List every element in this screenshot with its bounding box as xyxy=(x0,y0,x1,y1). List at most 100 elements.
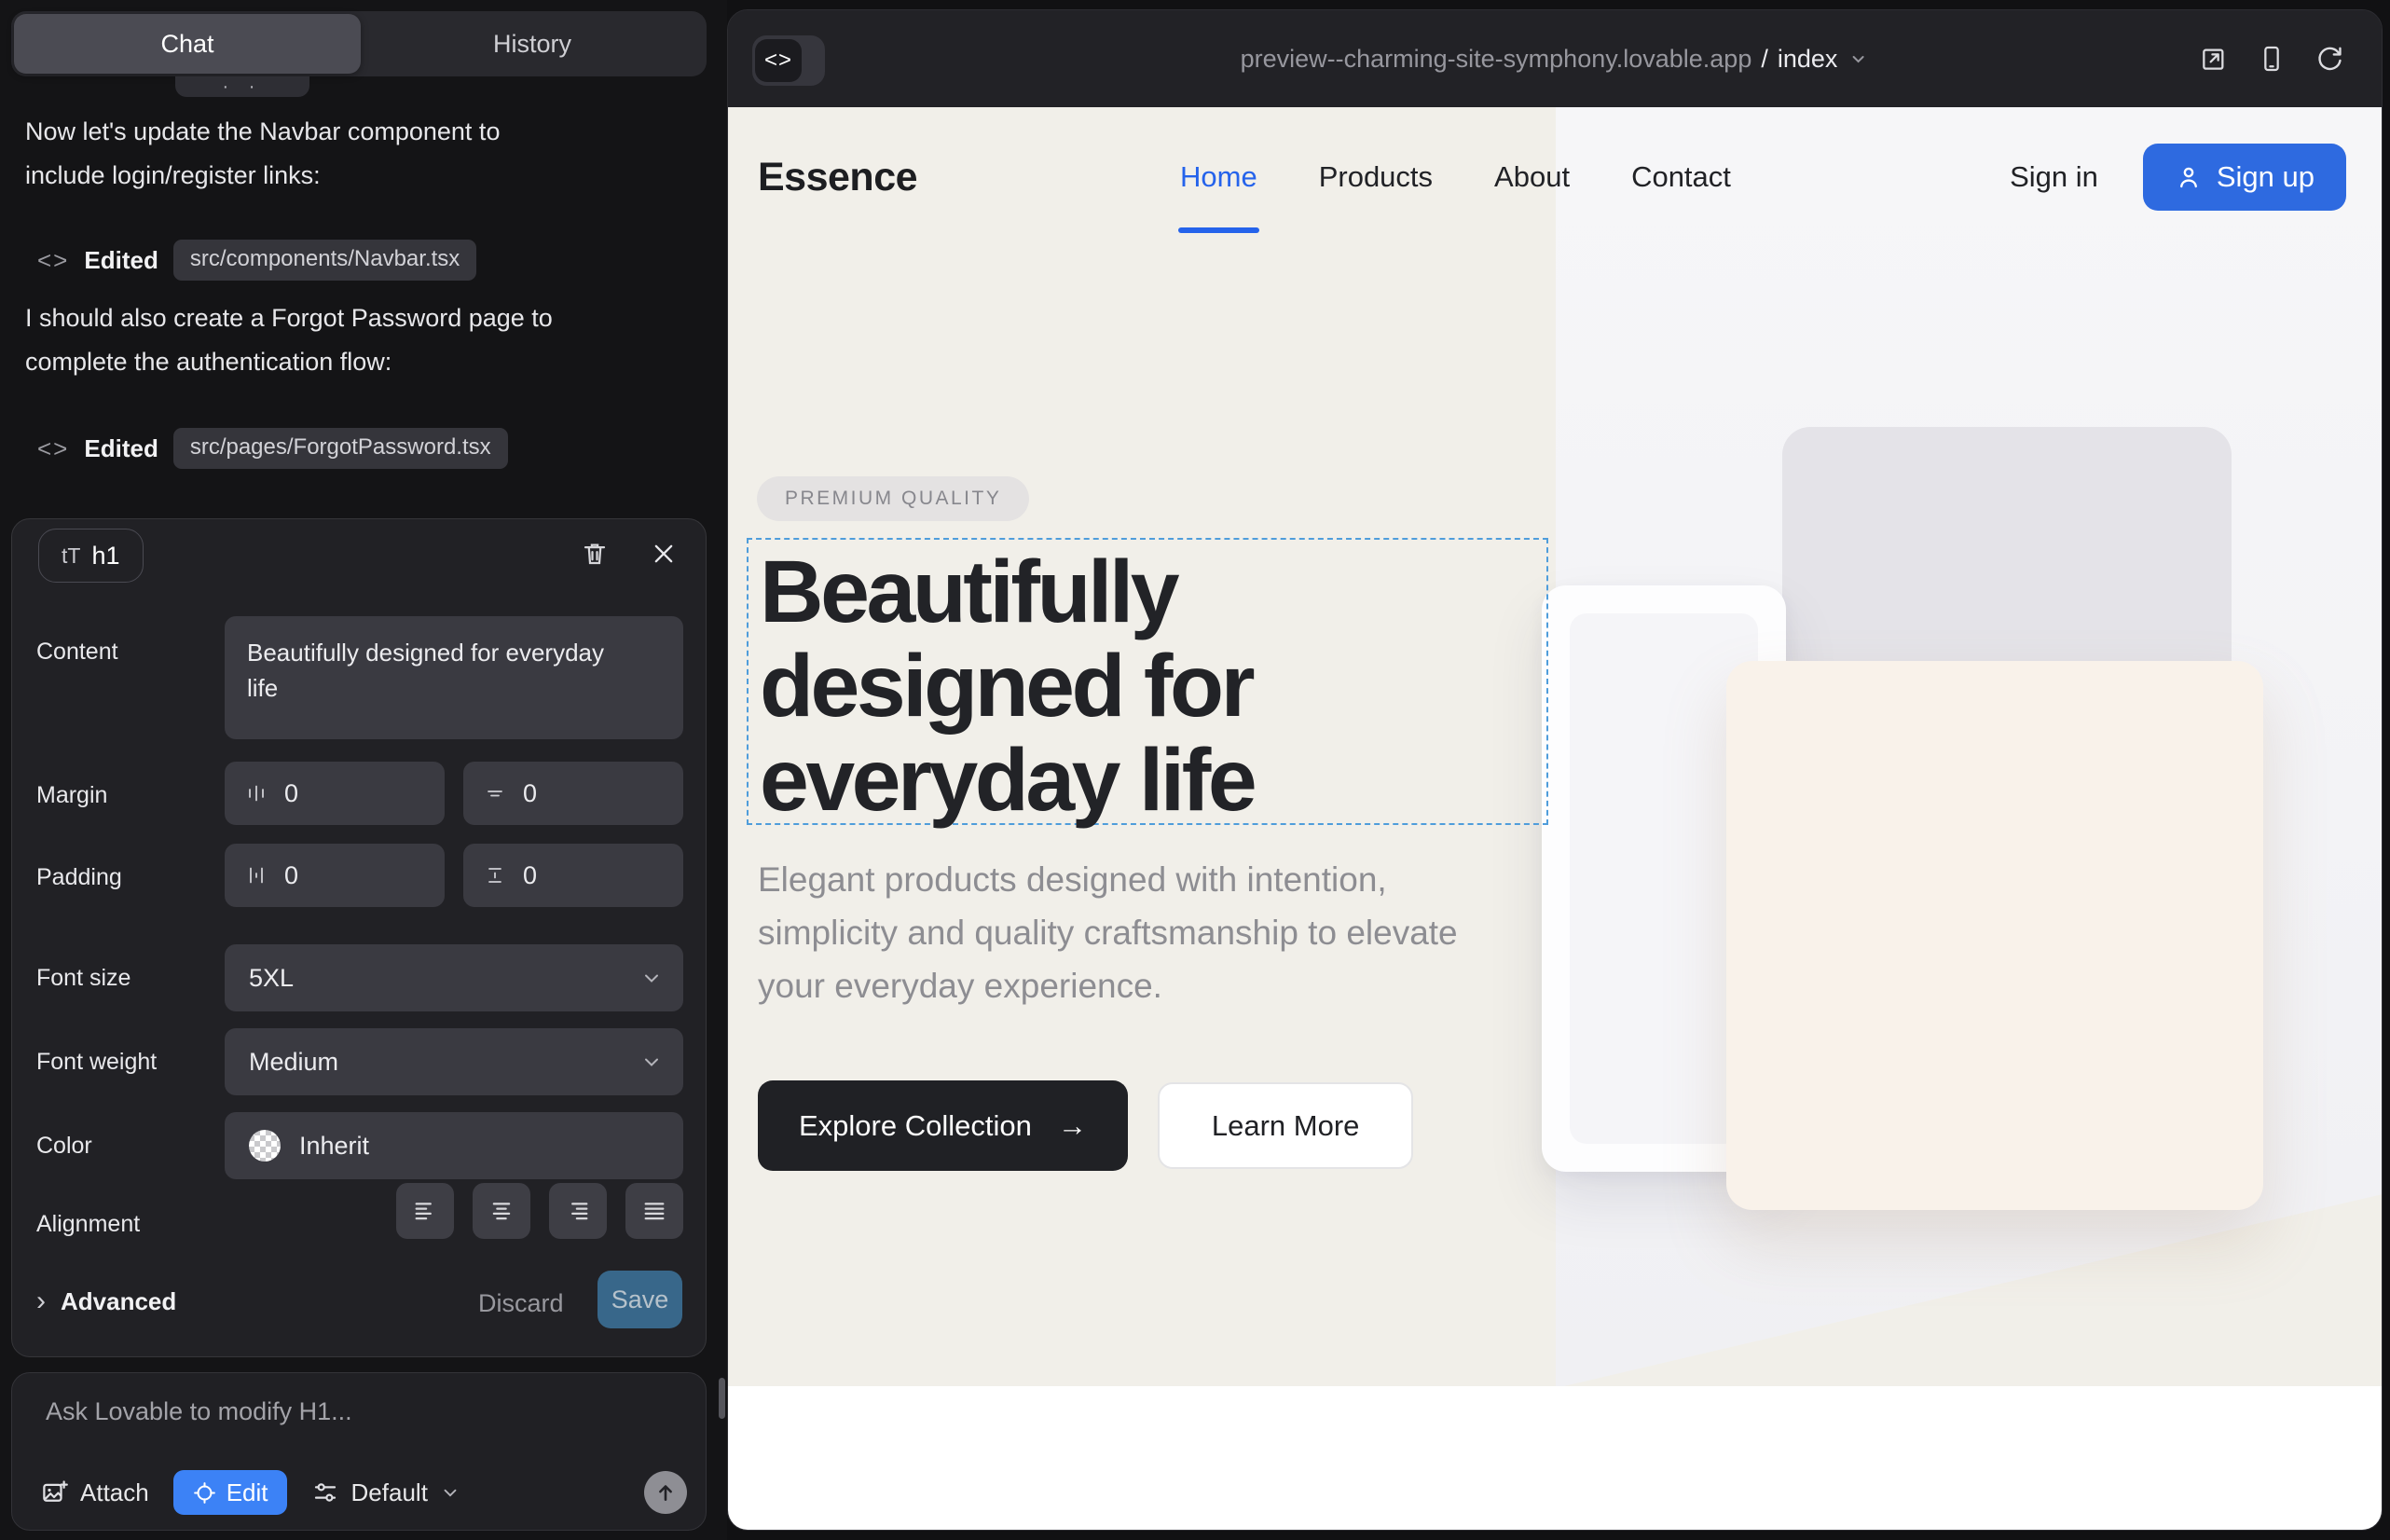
open-in-new-tab-button[interactable] xyxy=(2195,40,2232,77)
selected-element-tag: h1 xyxy=(91,542,119,571)
sidebar-tabbar: Chat History xyxy=(11,11,707,76)
edited-file-row: <> Edited src/components/Navbar.tsx xyxy=(37,239,476,282)
font-weight-select[interactable]: Medium xyxy=(225,1028,683,1095)
margin-y-input[interactable] xyxy=(523,779,616,808)
decor-card-cream xyxy=(1726,661,2263,1210)
attach-label: Attach xyxy=(80,1478,149,1507)
arrow-right-icon: → xyxy=(1058,1109,1087,1143)
site-nav: Home Products About Contact xyxy=(1180,107,1731,247)
chat-message: I should also create a Forgot Password p… xyxy=(25,296,696,384)
align-left-button[interactable] xyxy=(396,1183,454,1239)
address-bar[interactable]: preview--charming-site-symphony.lovable.… xyxy=(1241,10,1870,107)
mobile-view-button[interactable] xyxy=(2253,40,2290,77)
site-logo[interactable]: Essence xyxy=(758,155,917,200)
chevron-down-icon xyxy=(1847,48,1869,70)
edited-file-chip[interactable]: src/pages/ForgotPassword.tsx xyxy=(173,428,508,469)
send-button[interactable] xyxy=(644,1471,687,1514)
edited-file-row: <> Edited src/pages/ForgotPassword.tsx xyxy=(37,427,508,470)
selected-element-outline[interactable]: Beautifully designed for everyday life xyxy=(747,538,1548,825)
delete-element-button[interactable] xyxy=(575,534,614,573)
advanced-label: Advanced xyxy=(61,1287,176,1316)
close-panel-button[interactable] xyxy=(644,534,683,573)
nav-link-label: Home xyxy=(1180,160,1257,193)
selected-element-pill: tT h1 xyxy=(38,529,144,583)
code-icon: <> xyxy=(37,246,69,275)
refresh-icon xyxy=(2314,44,2344,74)
arrow-up-icon xyxy=(653,1480,678,1505)
hero-badge: PREMIUM QUALITY xyxy=(757,476,1029,521)
active-nav-underline xyxy=(1178,227,1259,233)
close-icon xyxy=(651,541,677,567)
preview-domain: preview--charming-site-symphony.lovable.… xyxy=(1241,45,1752,74)
chevron-down-icon xyxy=(440,1482,460,1503)
chevron-right-icon: › xyxy=(36,1286,46,1317)
preview-page: index xyxy=(1778,45,1838,74)
sign-up-button[interactable]: Sign up xyxy=(2143,144,2346,211)
site-preview: Essence Home Products About Contact Sign… xyxy=(728,107,2382,1530)
nav-link-about[interactable]: About xyxy=(1494,160,1570,194)
scrollbar-thumb[interactable] xyxy=(719,1378,725,1419)
tab-history[interactable]: History xyxy=(361,14,704,74)
edited-label: Edited xyxy=(84,434,158,463)
nav-link-contact[interactable]: Contact xyxy=(1631,160,1731,194)
explore-collection-button[interactable]: Explore Collection → xyxy=(758,1080,1128,1171)
chat-sidebar: Chat History · · Now let's update the Na… xyxy=(0,0,727,1540)
font-weight-value: Medium xyxy=(249,1048,338,1077)
color-select[interactable]: Inherit xyxy=(225,1112,683,1179)
code-icon: <> xyxy=(755,39,802,82)
discard-button[interactable]: Discard xyxy=(478,1289,564,1318)
edited-file-chip[interactable]: src/components/Navbar.tsx xyxy=(173,240,476,281)
explore-collection-label: Explore Collection xyxy=(799,1109,1032,1143)
preview-chrome-bar: <> preview--charming-site-symphony.lovab… xyxy=(728,10,2382,107)
padding-x-field[interactable] xyxy=(225,844,445,907)
composer-input[interactable] xyxy=(46,1397,680,1444)
edit-mode-button[interactable]: Edit xyxy=(173,1470,287,1515)
save-button[interactable]: Save xyxy=(598,1271,682,1328)
font-weight-label: Font weight xyxy=(36,1049,157,1076)
margin-vertical-icon xyxy=(484,782,506,804)
edited-label: Edited xyxy=(84,246,158,275)
mode-select[interactable]: Default xyxy=(311,1478,460,1507)
padding-label: Padding xyxy=(36,864,122,891)
align-right-button[interactable] xyxy=(549,1183,607,1239)
chevron-down-icon xyxy=(640,1051,663,1073)
chrome-actions xyxy=(2195,10,2348,107)
content-input[interactable]: Beautifully designed for everyday life xyxy=(225,616,683,739)
padding-y-field[interactable] xyxy=(463,844,683,907)
learn-more-button[interactable]: Learn More xyxy=(1158,1082,1414,1169)
margin-x-field[interactable] xyxy=(225,762,445,825)
attach-button[interactable]: Attach xyxy=(40,1478,149,1507)
align-justify-button[interactable] xyxy=(625,1183,683,1239)
align-center-icon xyxy=(488,1198,515,1224)
sign-up-label: Sign up xyxy=(2217,160,2314,194)
mode-label: Default xyxy=(351,1478,428,1507)
padding-vertical-icon xyxy=(484,864,506,887)
refresh-button[interactable] xyxy=(2311,40,2348,77)
margin-x-input[interactable] xyxy=(284,779,378,808)
chat-message: Now let's update the Navbar component to… xyxy=(25,110,696,198)
padding-y-input[interactable] xyxy=(523,861,616,890)
sliders-icon xyxy=(311,1478,339,1506)
code-view-toggle[interactable]: <> xyxy=(752,35,825,86)
align-center-button[interactable] xyxy=(473,1183,530,1239)
color-label: Color xyxy=(36,1133,92,1160)
url-separator: / xyxy=(1761,45,1768,74)
user-icon xyxy=(2175,163,2203,191)
nav-link-products[interactable]: Products xyxy=(1319,160,1433,194)
advanced-toggle[interactable]: › Advanced xyxy=(36,1286,176,1317)
tab-chat[interactable]: Chat xyxy=(14,14,361,74)
padding-x-input[interactable] xyxy=(284,861,378,890)
font-size-select[interactable]: 5XL xyxy=(225,944,683,1011)
site-navbar: Essence Home Products About Contact Sign… xyxy=(728,107,2382,247)
margin-y-field[interactable] xyxy=(463,762,683,825)
chat-composer: Attach Edit Default xyxy=(11,1372,707,1531)
trash-icon xyxy=(581,539,609,569)
margin-label: Margin xyxy=(36,782,107,809)
padding-horizontal-icon xyxy=(245,864,268,887)
nav-link-home[interactable]: Home xyxy=(1180,160,1257,194)
element-editor-panel: tT h1 Content Beautifully designed for e… xyxy=(11,518,707,1357)
sign-in-link[interactable]: Sign in xyxy=(2010,160,2098,194)
mobile-phone-icon xyxy=(2257,44,2287,74)
hero-headline: Beautifully designed for everyday life xyxy=(749,540,1546,828)
code-icon: <> xyxy=(37,434,69,463)
